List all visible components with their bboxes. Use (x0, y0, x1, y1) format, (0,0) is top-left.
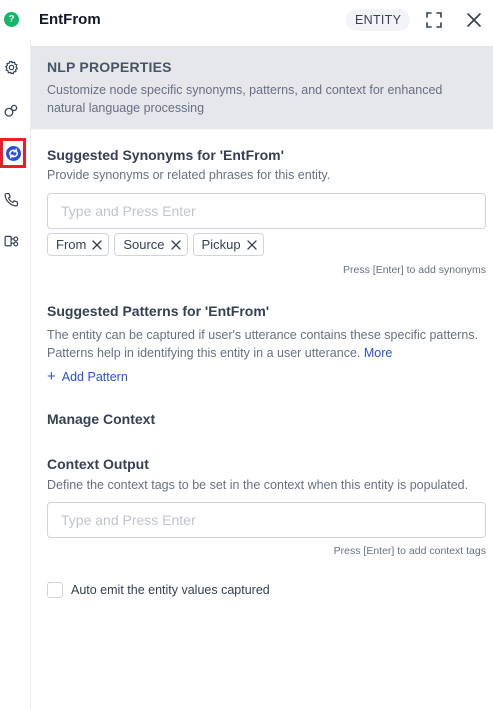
context-output-description: Define the context tags to be set in the… (47, 478, 469, 492)
sidebar (0, 40, 31, 709)
nlp-properties-icon (5, 145, 21, 161)
remove-chip-icon[interactable] (170, 239, 182, 251)
remove-chip-icon[interactable] (246, 239, 258, 251)
synonyms-hint: Press [Enter] to add synonyms (343, 264, 486, 276)
flow-branch-icon (4, 235, 18, 247)
add-pattern-label: Add Pattern (61, 370, 128, 384)
more-link[interactable]: More (364, 346, 392, 360)
panel-header: ? EntFrom ENTITY (0, 0, 493, 40)
synonym-chip: Source (114, 233, 188, 256)
sidebar-item-phone[interactable] (0, 188, 22, 210)
sidebar-item-nlp-properties[interactable] (0, 138, 26, 168)
link-connections-icon (3, 104, 17, 117)
patterns-title: Suggested Patterns for 'EntFrom' (47, 303, 270, 319)
page-title: EntFrom (39, 11, 101, 28)
auto-emit-row: Auto emit the entity values captured (47, 582, 270, 598)
nlp-properties-banner: NLP PROPERTIES Customize node specific s… (31, 46, 493, 129)
synonym-chip: Pickup (192, 233, 264, 256)
context-output-title: Context Output (47, 456, 149, 472)
chip-label: From (56, 237, 87, 252)
synonyms-title: Suggested Synonyms for 'EntFrom' (47, 147, 284, 163)
context-hint: Press [Enter] to add context tags (333, 545, 486, 557)
entity-type-badge: ENTITY (346, 9, 411, 31)
sidebar-item-flow[interactable] (0, 230, 22, 252)
auto-emit-label[interactable]: Auto emit the entity values captured (71, 583, 270, 597)
sidebar-item-settings[interactable] (0, 56, 22, 78)
chip-label: Pickup (201, 237, 241, 252)
synonym-chips: From Source Pickup (47, 233, 264, 256)
patterns-description: The entity can be captured if user's utt… (47, 326, 487, 362)
context-tags-input[interactable] (47, 502, 486, 538)
synonym-chip: From (47, 233, 110, 256)
settings-gear-icon (4, 60, 18, 74)
expand-icon[interactable] (424, 10, 444, 30)
plus-icon: + (47, 368, 56, 385)
logo-icon: ? (4, 12, 19, 27)
banner-description: Customize node specific synonyms, patter… (47, 83, 443, 115)
patterns-description-text: The entity can be captured if user's utt… (47, 328, 479, 360)
synonyms-input[interactable] (47, 193, 486, 229)
phone-icon (4, 192, 18, 206)
sidebar-item-connections[interactable] (0, 99, 22, 121)
close-icon[interactable] (464, 10, 484, 30)
chip-label: Source (123, 237, 165, 252)
remove-chip-icon[interactable] (91, 239, 103, 251)
banner-title: NLP PROPERTIES (47, 59, 172, 75)
auto-emit-checkbox[interactable] (47, 582, 63, 598)
manage-context-title: Manage Context (47, 411, 156, 427)
add-pattern-button[interactable]: + Add Pattern (47, 368, 128, 385)
synonyms-description: Provide synonyms or related phrases for … (47, 168, 331, 182)
